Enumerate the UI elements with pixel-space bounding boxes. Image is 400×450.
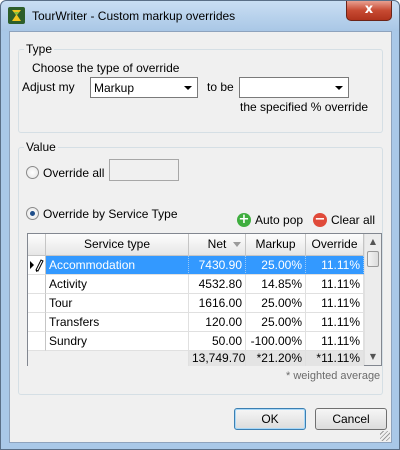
row-selector[interactable]	[28, 256, 46, 275]
close-button[interactable]: x	[346, 1, 392, 21]
scroll-up-icon[interactable]: ▲	[365, 234, 381, 250]
tourwriter-logo-icon	[8, 7, 25, 24]
value-group-title: Value	[24, 140, 58, 154]
scroll-down-icon[interactable]: ▼	[365, 349, 381, 365]
clear-all-button[interactable]: − Clear all	[313, 212, 379, 230]
scroll-thumb[interactable]	[367, 251, 379, 267]
column-header-net-label: Net	[207, 237, 227, 251]
dialog-window: TourWriter - Custom markup overrides x T…	[0, 0, 400, 450]
override-all-label[interactable]: Override all	[43, 166, 104, 180]
row-header-corner	[28, 234, 46, 256]
adjust-type-value: Markup	[94, 81, 135, 95]
override-by-service-label[interactable]: Override by Service Type	[43, 207, 178, 221]
chevron-down-icon	[335, 86, 343, 90]
override-note: the specified % override	[240, 100, 369, 114]
adjust-type-dropdown[interactable]: Markup	[90, 77, 198, 98]
cell-markup: 14.85%	[246, 275, 306, 294]
override-by-service-radio[interactable]	[26, 207, 39, 220]
cell-service-type[interactable]: Transfers	[46, 313, 189, 332]
override-all-input[interactable]	[109, 159, 179, 181]
cell-net: 120.00	[189, 313, 246, 332]
cell-service-type[interactable]: Activity	[46, 275, 189, 294]
weighted-average-footnote: * weighted average	[286, 370, 381, 382]
adjust-label: Adjust my	[22, 80, 75, 94]
cell-override[interactable]: 11.11%	[306, 313, 364, 332]
ok-button[interactable]: OK	[234, 408, 306, 430]
row-selector[interactable]	[28, 294, 46, 313]
cell-net: 7430.90	[189, 256, 246, 275]
sort-descending-icon	[233, 242, 241, 247]
table-row[interactable]: Activity 4532.80 14.85% 11.11%	[28, 275, 364, 294]
table-row[interactable]: Sundry 50.00 -100.00% 11.11%	[28, 332, 364, 351]
service-type-grid[interactable]: Service type Net Markup Override Accommo…	[27, 233, 382, 366]
auto-pop-button[interactable]: + Auto pop	[237, 212, 307, 230]
cell-override[interactable]: 11.11%	[306, 256, 364, 275]
column-header-net[interactable]: Net	[189, 234, 246, 256]
pencil-icon	[30, 259, 44, 272]
totals-spacer	[28, 351, 189, 366]
table-row[interactable]: Transfers 120.00 25.00% 11.11%	[28, 313, 364, 332]
resize-grip-icon[interactable]	[380, 431, 390, 441]
cell-markup: -100.00%	[246, 332, 306, 351]
to-be-label: to be	[207, 80, 234, 94]
total-net: 13,749.70	[189, 351, 246, 366]
row-selector[interactable]	[28, 275, 46, 294]
auto-pop-label: Auto pop	[255, 213, 304, 227]
cell-markup: 25.00%	[246, 256, 306, 275]
cell-service-type[interactable]: Accommodation	[46, 256, 189, 275]
cell-markup: 25.00%	[246, 313, 306, 332]
override-all-radio[interactable]	[26, 166, 39, 179]
clear-all-label: Clear all	[331, 213, 376, 227]
minus-circle-icon: −	[313, 212, 327, 227]
dialog-body: Type Choose the type of override Adjust …	[9, 31, 392, 443]
column-header-markup[interactable]: Markup	[246, 234, 306, 256]
row-selector[interactable]	[28, 332, 46, 351]
cell-override[interactable]: 11.11%	[306, 294, 364, 313]
title-bar[interactable]: TourWriter - Custom markup overrides x	[1, 1, 399, 31]
column-header-service-type[interactable]: Service type	[46, 234, 189, 256]
cancel-button[interactable]: Cancel	[315, 408, 387, 430]
override-type-dropdown[interactable]	[239, 77, 349, 98]
close-icon: x	[364, 2, 374, 17]
window-title: TourWriter - Custom markup overrides	[32, 9, 236, 23]
cell-net: 1616.00	[189, 294, 246, 313]
row-selector[interactable]	[28, 313, 46, 332]
cell-net: 50.00	[189, 332, 246, 351]
grid-vertical-scrollbar[interactable]: ▲ ▼	[364, 234, 381, 365]
cell-service-type[interactable]: Tour	[46, 294, 189, 313]
cell-markup: 25.00%	[246, 294, 306, 313]
cell-net: 4532.80	[189, 275, 246, 294]
cell-override[interactable]: 11.11%	[306, 275, 364, 294]
table-row[interactable]: Accommodation 7430.90 25.00% 11.11%	[28, 256, 364, 275]
type-instruction: Choose the type of override	[32, 61, 180, 75]
totals-row: 13,749.70 *21.20% *11.11%	[28, 351, 364, 366]
plus-circle-icon: +	[237, 212, 251, 227]
total-markup: *21.20%	[246, 351, 306, 366]
type-group-title: Type	[24, 42, 55, 56]
column-header-override[interactable]: Override	[306, 234, 364, 256]
table-row[interactable]: Tour 1616.00 25.00% 11.11%	[28, 294, 364, 313]
cell-override[interactable]: 11.11%	[306, 332, 364, 351]
chevron-down-icon	[184, 86, 192, 90]
cell-service-type[interactable]: Sundry	[46, 332, 189, 351]
total-override: *11.11%	[306, 351, 364, 366]
